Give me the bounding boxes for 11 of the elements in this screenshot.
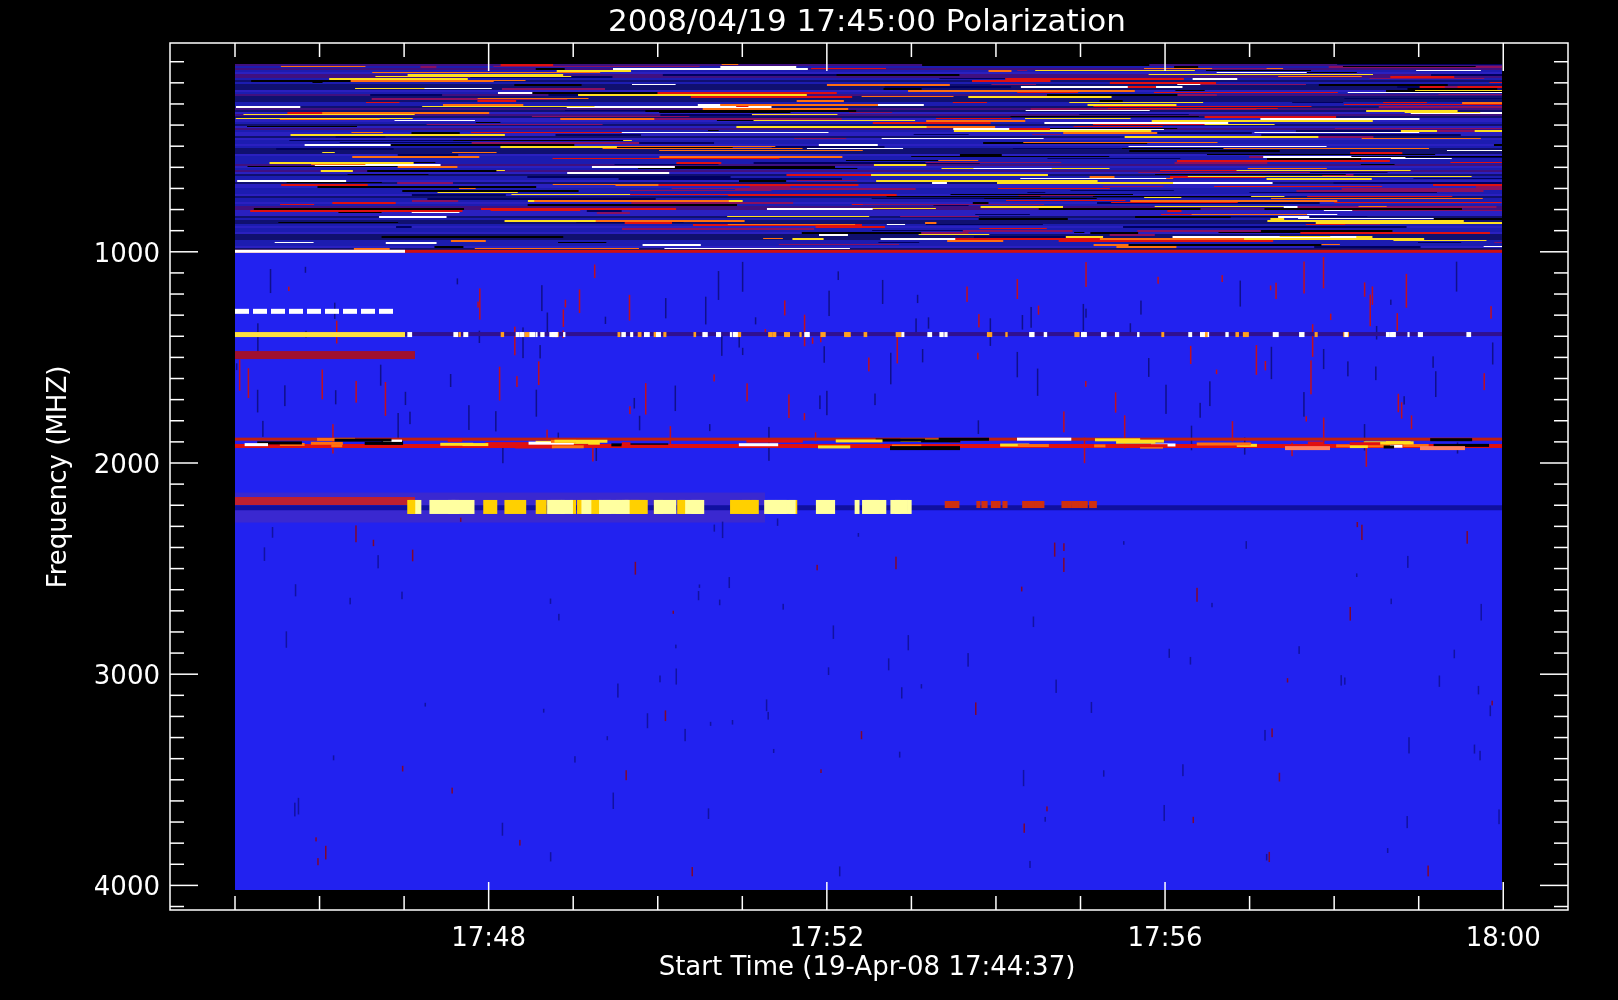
chart-title: 2008/04/19 17:45:00 Polarization — [608, 2, 1126, 38]
x-axis-label: Start Time (19-Apr-08 17:44:37) — [658, 951, 1076, 981]
axis-tick-label: 3000 — [93, 660, 160, 691]
axis-tick-label: 2000 — [93, 449, 160, 479]
axis-tick-label: 1000 — [93, 237, 160, 268]
axis-tick-label: 4000 — [93, 871, 160, 902]
axis-tick-label: 17:52 — [789, 922, 865, 952]
axis-tick-label: 17:56 — [1127, 922, 1203, 952]
y-axis-label: Frequency (MHZ) — [42, 365, 72, 589]
axis-tick-label: 17:48 — [451, 922, 527, 952]
axis-tick-label: 18:00 — [1465, 922, 1541, 952]
